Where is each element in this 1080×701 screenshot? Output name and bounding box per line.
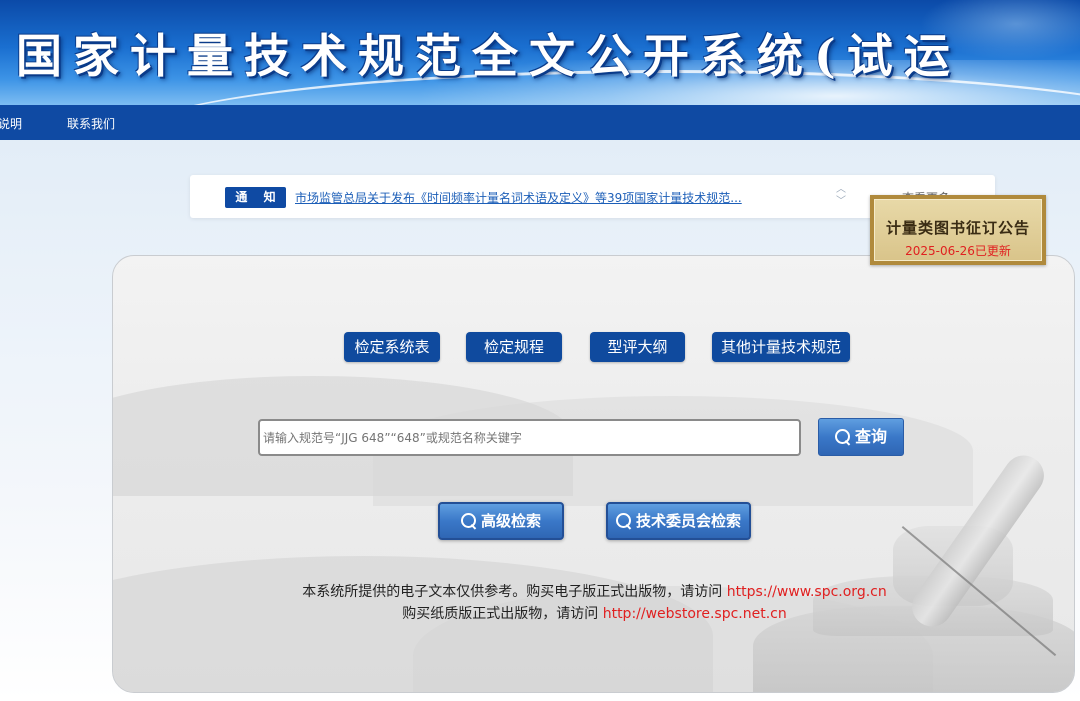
category-button-verification-system[interactable]: 检定系统表: [344, 332, 440, 362]
book-subscription-badge[interactable]: 计量类图书征订公告 2025-06-26已更新: [870, 195, 1046, 265]
committee-search-label: 技术委员会检索: [635, 512, 741, 530]
chevron-down-icon[interactable]: ﹀: [834, 196, 848, 208]
purchase-note-paper: 购买纸质版正式出版物，请访问 http://webstore.spc.net.c…: [113, 603, 1074, 623]
purchase-note-electronic: 本系统所提供的电子文本仅供参考。购买电子版正式出版物，请访问 https://w…: [113, 581, 1074, 601]
search-icon: [834, 429, 851, 445]
search-panel: 检定系统表 检定规程 型评大纲 其他计量技术规范 查询 高级检索 技术委员会检索…: [112, 255, 1075, 693]
header-banner: 国家计量技术规范全文公开系统(试运: [0, 0, 1080, 105]
search-button-label: 查询: [854, 427, 887, 446]
purchase-note-text: 本系统所提供的电子文本仅供参考。购买电子版正式出版物，请访问: [302, 584, 727, 600]
purchase-note-text: 购买纸质版正式出版物，请访问: [402, 606, 603, 622]
search-icon: [460, 513, 477, 529]
webstore-link[interactable]: http://webstore.spc.net.cn: [603, 606, 787, 622]
book-notice-title: 计量类图书征订公告: [885, 219, 1030, 237]
advanced-search-button[interactable]: 高级检索: [438, 502, 564, 540]
notice-tag: 通 知: [225, 187, 286, 208]
advanced-search-label: 高级检索: [480, 512, 541, 530]
spc-link[interactable]: https://www.spc.org.cn: [727, 584, 887, 600]
site-title: 国家计量技术规范全文公开系统(试运: [16, 29, 961, 83]
nav-item-instructions[interactable]: 说明: [0, 115, 22, 132]
search-icon: [615, 513, 632, 529]
chevron-up-icon[interactable]: ︿: [834, 184, 848, 196]
search-button[interactable]: 查询: [818, 418, 904, 456]
category-button-type-evaluation[interactable]: 型评大纲: [590, 332, 685, 362]
notice-scroll-arrows[interactable]: ︿ ﹀: [834, 184, 848, 210]
notice-link[interactable]: 市场监管总局关于发布《时间频率计量名词术语及定义》等39项国家计量技术规范...: [295, 189, 742, 206]
category-button-other-specs[interactable]: 其他计量技术规范: [712, 332, 850, 362]
search-input[interactable]: [258, 419, 801, 456]
nav-item-contact[interactable]: 联系我们: [67, 115, 115, 132]
committee-search-button[interactable]: 技术委员会检索: [606, 502, 751, 540]
category-button-verification-regulation[interactable]: 检定规程: [466, 332, 562, 362]
main-nav: 说明 联系我们: [0, 105, 1080, 140]
book-notice-date: 2025-06-26已更新: [905, 244, 1011, 258]
